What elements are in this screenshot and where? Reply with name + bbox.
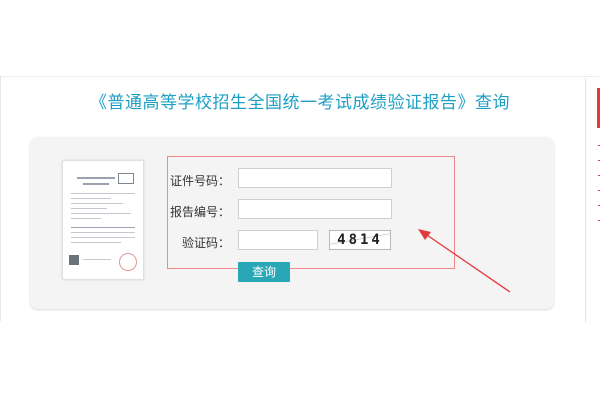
- annotation-arrow-icon: [418, 229, 511, 293]
